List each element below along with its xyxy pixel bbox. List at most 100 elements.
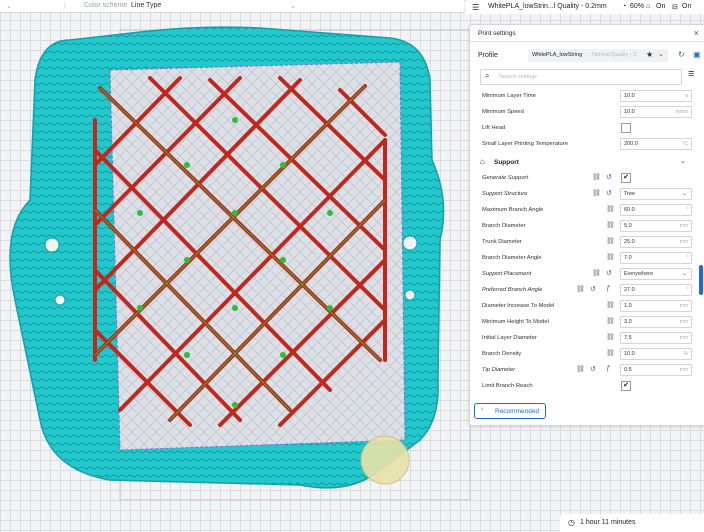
setting-row[interactable]: Maximum Branch Angle ⛓ 60.0 °	[470, 202, 698, 218]
recommended-button[interactable]: ‹ Recommended	[474, 403, 546, 419]
setting-row[interactable]: Minimum Layer Time 10.0 s	[470, 88, 698, 104]
setting-label: Trunk Diameter	[482, 239, 522, 245]
color-scheme-value[interactable]: Line Type	[131, 2, 161, 9]
setting-row[interactable]: Lift Head	[470, 120, 698, 136]
setting-value-field[interactable]: 7.5 mm	[620, 332, 692, 344]
function-icon[interactable]: ƒ	[606, 365, 610, 372]
link-icon: ⛓	[606, 334, 615, 341]
setting-row[interactable]: Small Layer Printing Temperature 200.0 °C	[470, 136, 698, 152]
link-icon: ⛓	[606, 222, 615, 229]
link-icon: ⛓	[606, 318, 615, 325]
setting-row[interactable]: Minimum Height To Model ⛓ 3.0 mm	[470, 314, 698, 330]
chevron-down-icon: ⌄	[680, 158, 686, 165]
setting-value-field[interactable]: 60.0 °	[620, 204, 692, 216]
reset-icon[interactable]: ↺	[590, 285, 596, 293]
setting-label: Branch Diameter	[482, 223, 526, 229]
color-scheme-chevron-icon[interactable]: ⌄	[290, 2, 296, 10]
reset-icon[interactable]: ↺	[606, 173, 612, 181]
toolbar-dropdown-chevron-icon[interactable]: ⌄	[6, 2, 12, 10]
setting-row[interactable]: Branch Density ⛓ 10.0%	[470, 346, 698, 362]
setting-value-field[interactable]: 25.0 mm	[620, 236, 692, 248]
setting-row[interactable]: Trunk Diameter ⛓ 25.0 mm	[470, 234, 698, 250]
chevron-left-icon: ‹	[481, 406, 484, 413]
setting-value-field[interactable]: 5.0 mm	[620, 220, 692, 232]
adhesion-state: On	[682, 3, 692, 10]
reset-icon[interactable]: ↺	[590, 365, 596, 373]
setting-label: Small Layer Printing Temperature	[482, 141, 568, 147]
profile-quality: Normal Quality - 0.	[592, 52, 638, 58]
link-icon: ⛓	[576, 366, 585, 373]
color-scheme-label: Color scheme	[84, 2, 128, 9]
setting-value-field[interactable]: 3.0 mm	[620, 316, 692, 328]
setting-label: Branch Diameter Angle	[482, 255, 542, 261]
setting-select[interactable]: Everywhere ⌄	[620, 268, 692, 280]
close-icon[interactable]: ×	[694, 28, 699, 38]
setting-label: Generate Support	[482, 175, 529, 181]
setting-label: Diameter Increase To Model	[482, 303, 555, 309]
support-disc	[360, 435, 410, 485]
setting-row[interactable]: Diameter Increase To Model ⛓ 1.0 mm	[470, 298, 698, 314]
support-icon: ⌂	[646, 3, 651, 10]
print-status-bar[interactable]: ☰ WhitePLA_lowStrin...l Quality - 0.2mm …	[466, 0, 704, 14]
profile-label: Profile	[478, 52, 498, 59]
setting-row[interactable]: Tip Diameter ⛓ ↺ ƒ 0.5 mm	[470, 362, 698, 378]
setting-label: Minimum Height To Model	[482, 319, 549, 325]
setting-label: Maximum Branch Angle	[482, 207, 544, 213]
support-section-header[interactable]: ⌂ Support ⌄	[470, 154, 698, 170]
reset-icon[interactable]: ↺	[606, 269, 612, 277]
reset-icon[interactable]: ↺	[606, 189, 612, 197]
search-icon: ⌕	[485, 71, 490, 80]
search-input[interactable]	[499, 72, 669, 82]
recommended-label: Recommended	[495, 407, 540, 415]
link-icon: ⛓	[592, 174, 601, 181]
setting-value-field[interactable]: 1.0 mm	[620, 300, 692, 312]
profile-select[interactable]: WhitePLA_lowString Normal Quality - 0. ★…	[528, 49, 668, 62]
setting-value-field[interactable]: 10.0 mm/s	[620, 106, 692, 118]
support-section-title: Support	[494, 159, 519, 166]
print-settings-panel: Print settings × Profile WhitePLA_lowStr…	[469, 24, 704, 426]
setting-label: Branch Density	[482, 351, 522, 357]
setting-value-field[interactable]: 10.0%	[620, 348, 692, 360]
panel-title: Print settings	[478, 30, 516, 37]
print-time-panel[interactable]: ◷ 1 hour 11 minutes	[560, 514, 704, 532]
support-icon: ⌂	[480, 157, 485, 166]
setting-value-field[interactable]: 0.5 mm	[620, 364, 692, 376]
setting-value-field[interactable]: 10.0 s	[620, 90, 692, 102]
setting-row[interactable]: Support Placement ⛓ ↺ Everywhere ⌄	[470, 266, 698, 282]
setting-value-field[interactable]: 7.0 °	[620, 252, 692, 264]
setting-value-field[interactable]: 27.0 °	[620, 284, 692, 296]
setting-checkbox[interactable]	[621, 123, 631, 133]
setting-checkbox[interactable]: ✔	[621, 381, 631, 391]
print-time-estimate: 1 hour 11 minutes	[580, 519, 636, 526]
link-icon: ⛓	[576, 286, 585, 293]
setting-row[interactable]: Branch Diameter Angle ⛓ 7.0 °	[470, 250, 698, 266]
setting-row[interactable]: Preferred Branch Angle ⛓ ↺ ƒ 27.0 °	[470, 282, 698, 298]
search-box[interactable]: ⌕	[480, 69, 682, 85]
setting-label: Initial Layer Diameter	[482, 335, 537, 341]
menu-icon[interactable]: ≡	[688, 69, 694, 80]
job-name: WhitePLA_lowStrin...l Quality - 0.2mm	[488, 3, 607, 10]
favorite-star-icon[interactable]: ★	[646, 50, 653, 59]
setting-row[interactable]: Initial Layer Diameter ⛓ 7.5 mm	[470, 330, 698, 346]
setting-value-field[interactable]: 200.0 °C	[620, 138, 692, 150]
setting-row[interactable]: Limit Branch Reach ✔	[470, 378, 698, 394]
link-icon: ⛓	[606, 254, 615, 261]
save-profile-icon[interactable]: ▣	[693, 50, 701, 59]
setting-row[interactable]: Support Structure ⛓ ↺ Tree ⌄	[470, 186, 698, 202]
setting-row[interactable]: Minimum Speed 10.0 mm/s	[470, 104, 698, 120]
setting-label: Minimum Layer Time	[482, 93, 536, 99]
setting-checkbox[interactable]: ✔	[621, 173, 631, 183]
function-icon[interactable]: ƒ	[606, 285, 610, 292]
link-icon: ⛓	[592, 190, 601, 197]
setting-label: Support Placement	[482, 271, 532, 277]
setting-label: Preferred Branch Angle	[482, 287, 543, 293]
reset-profile-icon[interactable]: ↻	[678, 50, 685, 59]
setting-select[interactable]: Tree ⌄	[620, 188, 692, 200]
link-icon: ⛓	[606, 238, 615, 245]
settings-scrollbar[interactable]	[699, 265, 703, 295]
toolbar-divider: |	[64, 2, 66, 9]
settings-list[interactable]: Minimum Layer Time 10.0 s Minimum Speed 1…	[470, 88, 698, 394]
setting-row[interactable]: Generate Support ⛓ ↺ ✔	[470, 170, 698, 186]
setting-row[interactable]: Branch Diameter ⛓ 5.0 mm	[470, 218, 698, 234]
setting-label: Lift Head	[482, 125, 506, 131]
